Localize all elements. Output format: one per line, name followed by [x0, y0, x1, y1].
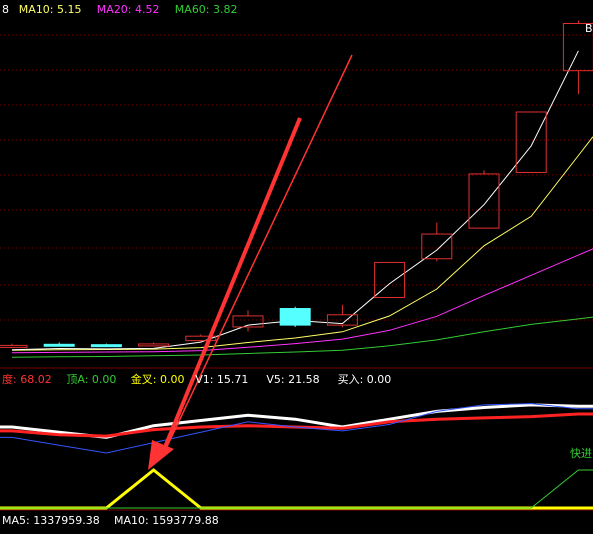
candle-0 — [0, 343, 28, 348]
candle-body — [90, 344, 122, 348]
candle-1 — [43, 342, 75, 347]
legend-item-4: V5: 21.58 — [266, 373, 319, 386]
oscillator-line-0 — [0, 403, 593, 439]
legend-item-1: MA10: 1593779.88 — [114, 514, 219, 527]
arrow-head — [148, 440, 174, 470]
arrow-guide-thin — [162, 54, 353, 456]
panel-grid — [0, 34, 593, 511]
stock-chart: B 快进 8 MA10: 5.15 MA20: 4.52 MA60: 3.82 度: … — [0, 3, 593, 527]
ma-legend: 8 MA10: 5.15 MA20: 4.52 MA60: 3.82 — [2, 3, 238, 16]
legend-item-3: V1: 15.71 — [195, 373, 248, 386]
candle-body — [138, 343, 170, 347]
candle-9 — [421, 222, 453, 262]
candle-3 — [138, 342, 170, 347]
candle-body — [515, 111, 547, 173]
candle-10 — [468, 170, 500, 229]
candle-6 — [279, 306, 311, 327]
candle-body — [0, 344, 28, 348]
candle-11 — [515, 111, 547, 173]
candle-body — [279, 308, 311, 326]
ma-line-short — [11, 50, 579, 351]
legend-item-1: MA10: 5.15 — [19, 3, 82, 16]
signal-line-1 — [0, 469, 593, 509]
legend-item-2: MA20: 4.52 — [97, 3, 160, 16]
candle-2 — [90, 343, 122, 348]
signal-lines — [0, 468, 593, 510]
arrow-shaft — [161, 117, 302, 453]
volume-ma-legend: MA5: 1337959.38 MA10: 1593779.88 — [2, 514, 219, 527]
legend-item-1: 顶A: 0.00 — [66, 373, 116, 386]
indicator-legend: 度: 68.02 顶A: 0.00 金叉: 0.00 V1: 15.71 V5: 21.… — [2, 372, 391, 386]
candle-body — [421, 233, 453, 260]
legend-item-2: 金叉: 0.00 — [131, 372, 185, 386]
candle-body — [468, 173, 500, 229]
peak-label: B — [585, 22, 593, 35]
candle-5 — [232, 310, 264, 332]
legend-item-5: 买入: 0.00 — [338, 373, 392, 386]
legend-item-3: MA60: 3.82 — [175, 3, 238, 16]
candle-body — [43, 343, 75, 347]
signal-line-0 — [0, 468, 593, 510]
legend-item-0: MA5: 1337959.38 — [2, 514, 100, 527]
legend-item-0: 8 — [2, 3, 9, 16]
annotation-arrow — [148, 54, 353, 470]
legend-item-0: 度: 68.02 — [2, 372, 52, 386]
oscillator-line-1 — [0, 412, 593, 438]
oscillator-lines — [0, 403, 593, 454]
signal-label: 快进 — [570, 447, 592, 460]
